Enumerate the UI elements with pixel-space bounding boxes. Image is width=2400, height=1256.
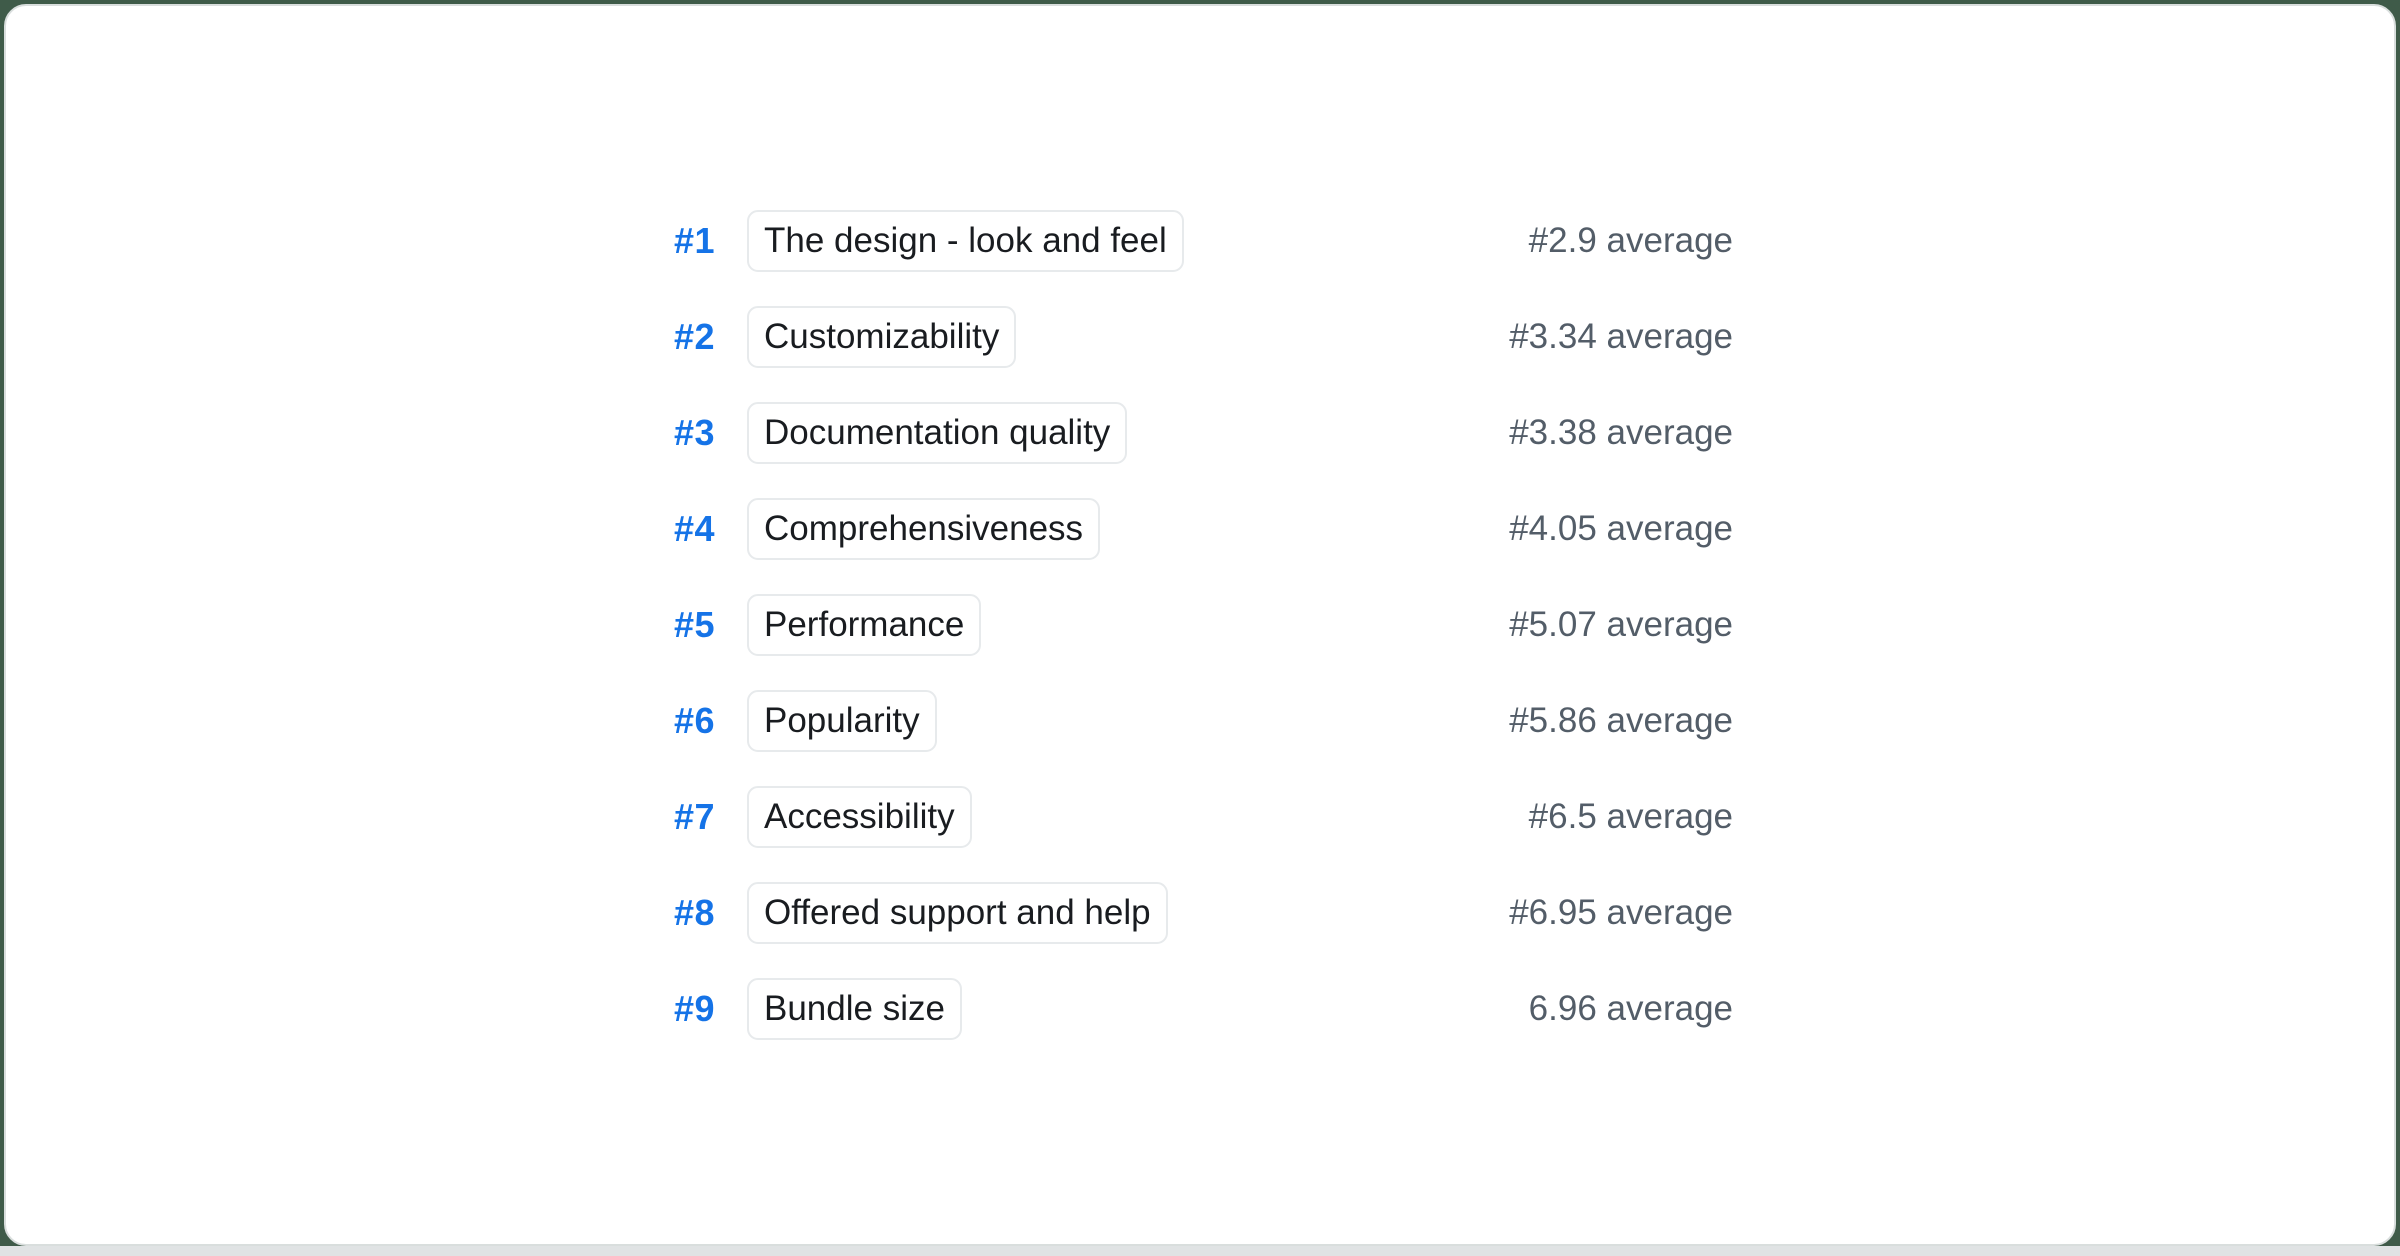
option-label: Documentation quality: [764, 413, 1110, 453]
item-average: #6.5 average: [1529, 797, 1733, 837]
item-average: 6.96 average: [1529, 989, 1733, 1029]
ranking-option-pill: Performance: [747, 594, 981, 656]
ranking-row: #8 Offered support and help #6.95 averag…: [667, 882, 1733, 944]
item-average: #4.05 average: [1509, 509, 1733, 549]
rank-badge: #9: [667, 988, 715, 1030]
ranking-option-pill: The design - look and feel: [747, 210, 1184, 272]
ranking-option-pill: Popularity: [747, 690, 937, 752]
results-card: #1 The design - look and feel #2.9 avera…: [4, 4, 2396, 1246]
ranking-option-pill: Offered support and help: [747, 882, 1168, 944]
option-label: Bundle size: [764, 989, 945, 1029]
ranking-row: #4 Comprehensiveness #4.05 average: [667, 498, 1733, 560]
ranking-option-pill: Documentation quality: [747, 402, 1127, 464]
ranking-row: #5 Performance #5.07 average: [667, 594, 1733, 656]
item-average: #3.38 average: [1509, 413, 1733, 453]
ranking-row: #7 Accessibility #6.5 average: [667, 786, 1733, 848]
rank-badge: #1: [667, 220, 715, 262]
ranking-row: #1 The design - look and feel #2.9 avera…: [667, 210, 1733, 272]
rank-badge: #4: [667, 508, 715, 550]
rank-badge: #7: [667, 796, 715, 838]
rank-badge: #8: [667, 892, 715, 934]
item-average: #5.86 average: [1509, 701, 1733, 741]
item-average: #2.9 average: [1529, 221, 1733, 261]
ranking-option-pill: Customizability: [747, 306, 1016, 368]
option-label: The design - look and feel: [764, 221, 1167, 261]
ranking-list: #1 The design - look and feel #2.9 avera…: [667, 210, 1733, 1040]
option-label: Popularity: [764, 701, 920, 741]
rank-badge: #5: [667, 604, 715, 646]
rank-badge: #3: [667, 412, 715, 454]
ranking-row: #9 Bundle size 6.96 average: [667, 978, 1733, 1040]
item-average: #6.95 average: [1509, 893, 1733, 933]
item-average: #3.34 average: [1509, 317, 1733, 357]
ranking-row: #2 Customizability #3.34 average: [667, 306, 1733, 368]
ranking-row: #3 Documentation quality #3.38 average: [667, 402, 1733, 464]
option-label: Performance: [764, 605, 964, 645]
rank-badge: #6: [667, 700, 715, 742]
ranking-option-pill: Accessibility: [747, 786, 972, 848]
option-label: Offered support and help: [764, 893, 1151, 933]
rank-badge: #2: [667, 316, 715, 358]
bottom-edge-bar: [0, 1246, 2400, 1256]
option-label: Customizability: [764, 317, 999, 357]
item-average: #5.07 average: [1509, 605, 1733, 645]
option-label: Comprehensiveness: [764, 509, 1083, 549]
ranking-option-pill: Bundle size: [747, 978, 962, 1040]
option-label: Accessibility: [764, 797, 955, 837]
ranking-option-pill: Comprehensiveness: [747, 498, 1100, 560]
ranking-row: #6 Popularity #5.86 average: [667, 690, 1733, 752]
